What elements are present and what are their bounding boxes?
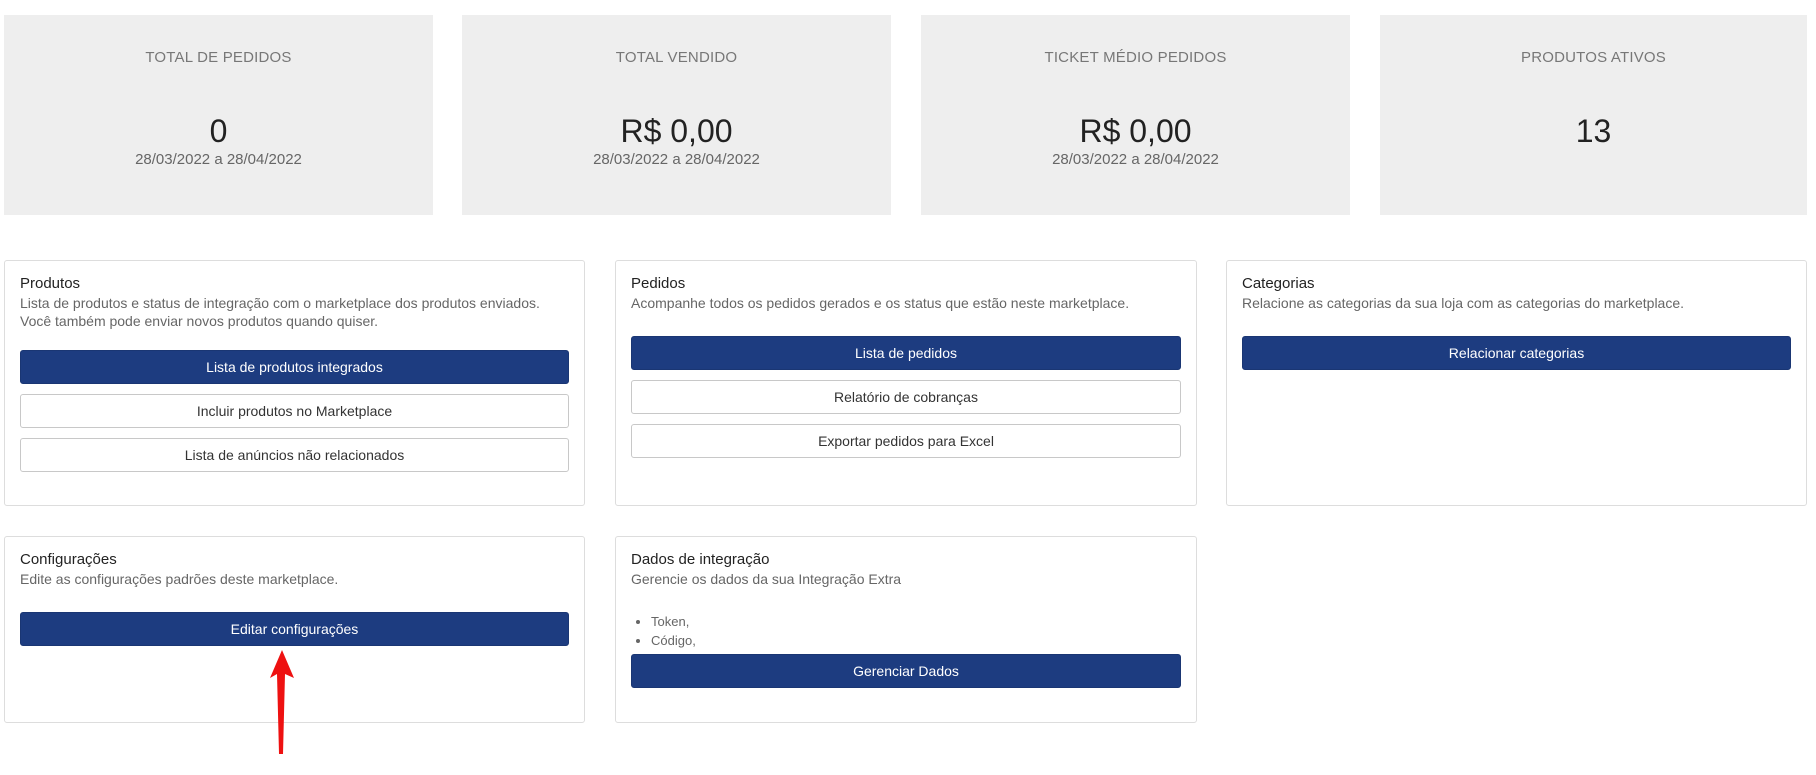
- card-pedidos: Pedidos Acompanhe todos os pedidos gerad…: [615, 260, 1197, 506]
- stat-label: TICKET MÉDIO PEDIDOS: [1044, 49, 1227, 66]
- products-list-button[interactable]: Lista de produtos integrados: [20, 350, 569, 384]
- stat-date-range: 28/03/2022 a 28/04/2022: [593, 151, 760, 168]
- edit-settings-button[interactable]: Editar configurações: [20, 612, 569, 646]
- stat-value: R$ 0,00: [1079, 113, 1192, 149]
- card-description: Gerencie os dados da sua Integração Extr…: [631, 571, 902, 587]
- stat-value: R$ 0,00: [620, 113, 733, 149]
- stat-total-vendido: TOTAL VENDIDO R$ 0,00 28/03/2022 a 28/04…: [462, 15, 891, 215]
- stat-value: 0: [209, 113, 228, 149]
- card-produtos: Produtos Lista de produtos e status de i…: [4, 260, 585, 506]
- stat-label: TOTAL VENDIDO: [615, 49, 738, 66]
- include-products-button[interactable]: Incluir produtos no Marketplace: [20, 394, 569, 428]
- stat-date-range: 28/03/2022 a 28/04/2022: [135, 151, 302, 168]
- card-dados-integracao: Dados de integração Gerencie os dados da…: [615, 536, 1197, 723]
- red-arrow-up-icon: [270, 650, 294, 754]
- card-categorias: Categorias Relacione as categorias da su…: [1226, 260, 1807, 506]
- card-description: Você também pode enviar novos produtos q…: [20, 313, 379, 329]
- unrelated-ads-button[interactable]: Lista de anúncios não relacionados: [20, 438, 569, 472]
- card-title: Configurações: [20, 551, 117, 568]
- card-description: Lista de produtos e status de integração…: [20, 295, 540, 311]
- stat-label: PRODUTOS ATIVOS: [1521, 49, 1666, 66]
- card-title: Dados de integração: [631, 551, 770, 568]
- list-item: Token,: [651, 612, 1181, 631]
- stat-total-pedidos: TOTAL DE PEDIDOS 0 28/03/2022 a 28/04/20…: [4, 15, 433, 215]
- relate-categories-button[interactable]: Relacionar categorias: [1242, 336, 1791, 370]
- stat-label: TOTAL DE PEDIDOS: [145, 49, 292, 66]
- orders-list-button[interactable]: Lista de pedidos: [631, 336, 1181, 370]
- list-item: Código,: [651, 631, 1181, 650]
- export-orders-button[interactable]: Exportar pedidos para Excel: [631, 424, 1181, 458]
- card-description: Relacione as categorias da sua loja com …: [1242, 295, 1685, 311]
- card-title: Pedidos: [631, 275, 686, 292]
- manage-data-button[interactable]: Gerenciar Dados: [631, 654, 1181, 688]
- card-description: Acompanhe todos os pedidos gerados e os …: [631, 295, 1130, 311]
- billing-report-button[interactable]: Relatório de cobranças: [631, 380, 1181, 414]
- stat-ticket-medio: TICKET MÉDIO PEDIDOS R$ 0,00 28/03/2022 …: [921, 15, 1350, 215]
- card-title: Categorias: [1242, 275, 1315, 292]
- card-description: Edite as configurações padrões deste mar…: [20, 571, 339, 587]
- stat-value: 13: [1575, 113, 1612, 149]
- stat-date-range: 28/03/2022 a 28/04/2022: [1052, 151, 1219, 168]
- integration-data-list: Token, Código,: [631, 612, 1181, 650]
- card-title: Produtos: [20, 275, 81, 292]
- stat-produtos-ativos: PRODUTOS ATIVOS 13: [1380, 15, 1807, 215]
